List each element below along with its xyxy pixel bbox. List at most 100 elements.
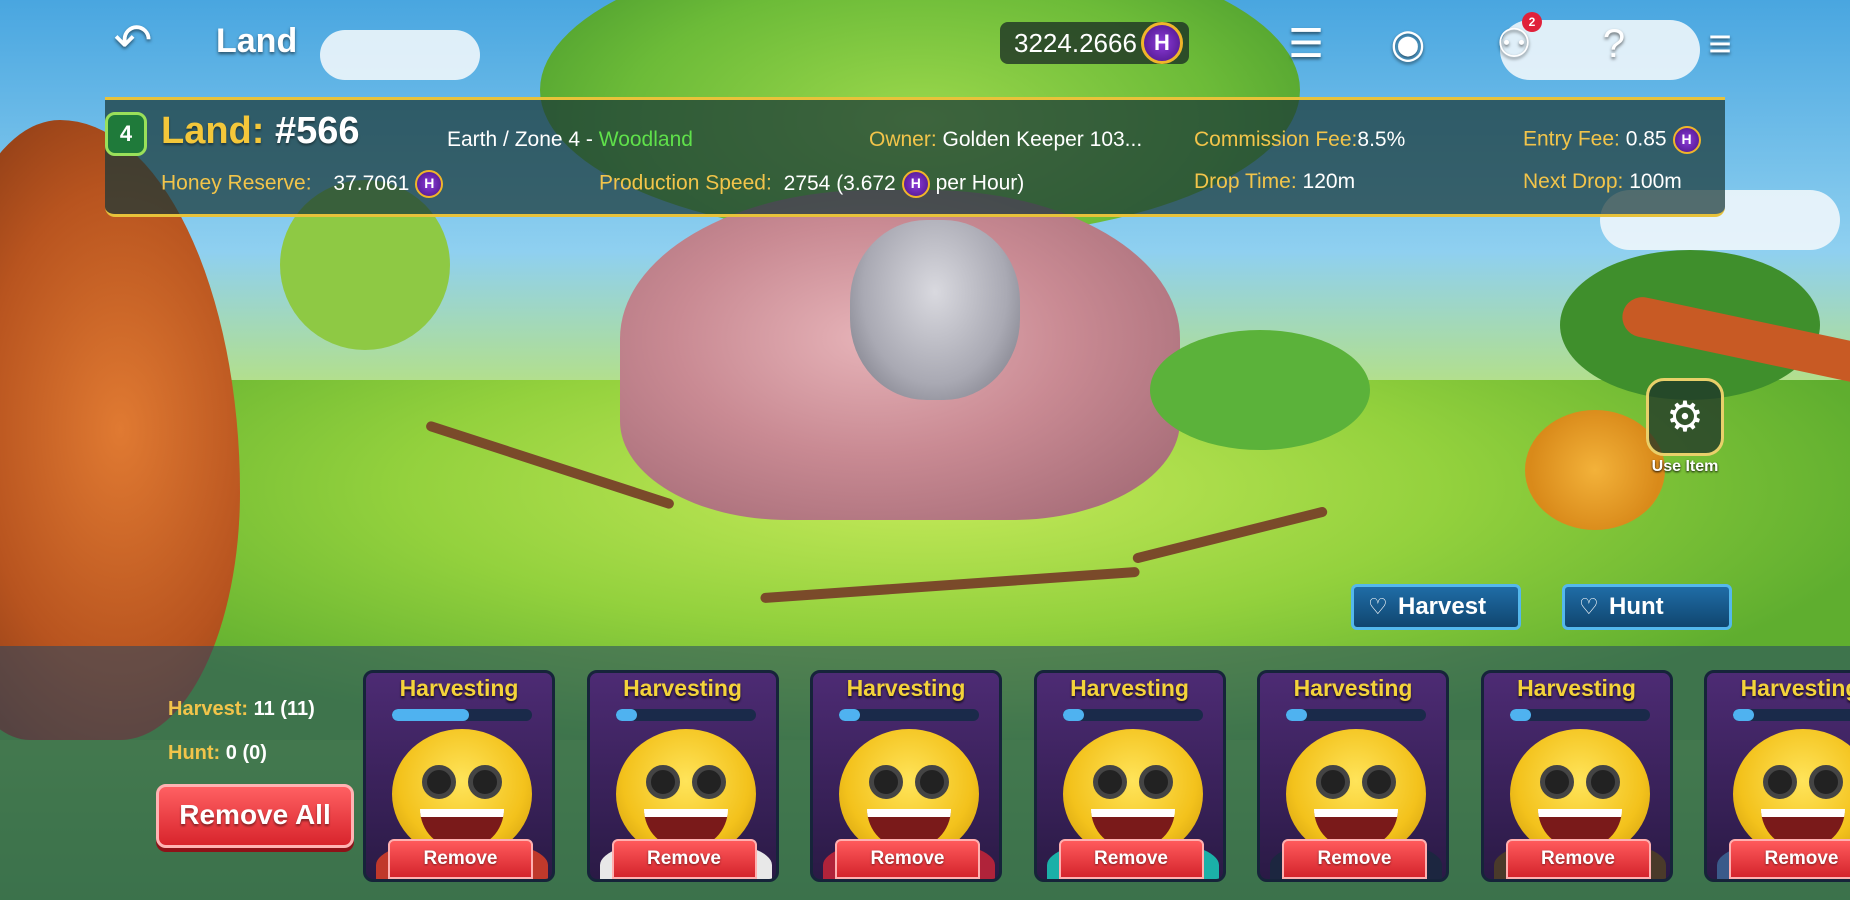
bee-progress-bar xyxy=(1062,709,1203,721)
bee-status: Harvesting xyxy=(1070,675,1189,701)
notification-badge: 2 xyxy=(1522,12,1542,32)
help-icon[interactable]: ? xyxy=(1588,18,1640,70)
bee-card[interactable]: Harvesting Remove xyxy=(586,670,779,882)
remove-all-button[interactable]: Remove All xyxy=(156,784,354,848)
land-number: #566 xyxy=(275,110,360,152)
land-title: Land: #566 xyxy=(161,110,360,153)
production-speed-value: 2754 (3.672 xyxy=(783,171,896,195)
production-speed-label: Production Speed: xyxy=(599,171,772,195)
scroll-list-icon[interactable]: ☰ xyxy=(1280,18,1332,70)
remove-bee-button[interactable]: Remove xyxy=(611,839,757,879)
use-item-button[interactable]: ⚙ Use Item xyxy=(1640,378,1730,476)
bee-card[interactable]: Harvesting Remove xyxy=(363,670,555,882)
drop-time-value: 120m xyxy=(1302,170,1356,193)
drop-time-label: Drop Time: xyxy=(1194,170,1297,193)
land-label: Land: xyxy=(161,110,265,152)
bee-card[interactable]: Harvesting Remove xyxy=(1257,670,1449,882)
balance-value: 3224.2666 xyxy=(1014,28,1137,58)
bee-eye xyxy=(1809,765,1843,799)
harvest-count-value: 11 (11) xyxy=(253,698,315,720)
bee-eye xyxy=(1316,765,1350,799)
remove-bee-button[interactable]: Remove xyxy=(835,839,980,879)
backpack-icon[interactable]: ◉ xyxy=(1382,18,1434,70)
bee-status: Harvesting xyxy=(1293,675,1413,701)
land-info-panel: 4 Land: #566 Earth / Zone 4 - Woodland O… xyxy=(105,97,1725,217)
menu-icon[interactable]: ≡ xyxy=(1694,18,1746,70)
bee-progress-bar xyxy=(839,709,979,721)
bee-progress-bar xyxy=(615,709,756,721)
hunt-count-value: 0 (0) xyxy=(225,742,267,764)
next-drop-value: 100m xyxy=(1629,170,1682,193)
bee-progress-bar xyxy=(1509,709,1650,721)
honey-reserve-label: Honey Reserve: xyxy=(161,171,312,195)
honey-balance: 3224.2666 H xyxy=(1000,22,1189,64)
remove-bee-button[interactable]: Remove xyxy=(1058,839,1204,879)
hunt-count-label: Hunt: xyxy=(168,742,221,764)
hunt-button-label: Hunt xyxy=(1609,593,1664,620)
owner-value: Golden Keeper 103... xyxy=(942,128,1143,151)
hunt-button[interactable]: ♡ Hunt xyxy=(1562,584,1732,630)
bee-eye xyxy=(1362,765,1396,799)
bee-eye xyxy=(1763,765,1797,799)
bee-progress-fill xyxy=(1286,709,1307,721)
owner-label: Owner: xyxy=(869,128,937,151)
profile-icon[interactable]: ⚇ 2 xyxy=(1488,12,1542,70)
harvest-count-label: Harvest: xyxy=(168,698,249,720)
bee-eye xyxy=(691,765,726,799)
bee-card[interactable]: Harvesting Remove xyxy=(1480,670,1673,882)
harvest-button-label: Harvest xyxy=(1398,593,1487,620)
hunt-count: Hunt: 0 (0) xyxy=(168,742,267,765)
honey-token-icon: H xyxy=(1672,126,1701,154)
heart-icon: ♡ xyxy=(1579,594,1599,619)
bee-eye xyxy=(1539,765,1574,799)
drop-time-info: Drop Time: 120m xyxy=(1194,170,1355,194)
honey-reserve-info: Honey Reserve: 37.7061 H xyxy=(161,170,444,198)
bee-card[interactable]: Harvesting Remove xyxy=(1033,670,1226,882)
next-drop-label: Next Drop: xyxy=(1523,170,1624,193)
honey-token-icon: H xyxy=(415,170,444,198)
bee-card[interactable]: Harvesting Remove xyxy=(810,670,1002,882)
entry-fee-label: Entry Fee: xyxy=(1523,127,1620,151)
owner-info: Owner: Golden Keeper 103... xyxy=(869,128,1142,152)
bee-status: Harvesting xyxy=(1517,675,1636,701)
bee-eye xyxy=(422,765,456,799)
entry-fee-value: 0.85 xyxy=(1625,127,1667,151)
top-bar: ↶ Land 3224.2666 H ☰ ◉ ⚇ 2 ? ≡ xyxy=(0,0,1850,90)
bee-progress-fill xyxy=(1062,709,1084,721)
remove-bee-button[interactable]: Remove xyxy=(388,839,533,879)
bee-status: Harvesting xyxy=(846,675,966,701)
gear-icon: ⚙ xyxy=(1646,378,1724,456)
level-badge: 4 xyxy=(105,112,147,156)
bee-progress-fill xyxy=(615,709,637,721)
heart-icon: ♡ xyxy=(1368,594,1388,619)
harvest-button[interactable]: ♡ Harvest xyxy=(1351,584,1521,630)
bee-eye xyxy=(869,765,903,799)
commission-value: 8.5% xyxy=(1357,128,1406,151)
zone-info: Earth / Zone 4 - Woodland xyxy=(447,128,693,152)
bee-eye xyxy=(468,765,502,799)
bee-progress-bar xyxy=(1286,709,1426,721)
bee-progress-bar xyxy=(392,709,532,721)
zone-prefix: Earth / Zone 4 - xyxy=(447,128,599,151)
honey-reserve-value: 37.7061 xyxy=(333,171,410,195)
bee-card[interactable]: Harvesting Remove xyxy=(1704,670,1850,882)
bee-eye xyxy=(645,765,680,799)
entry-fee-info: Entry Fee: 0.85 H xyxy=(1523,126,1701,154)
bee-eye xyxy=(915,765,949,799)
honey-token-icon: H xyxy=(901,170,930,198)
bee-status: Harvesting xyxy=(623,675,742,701)
commission-info: Commission Fee:8.5% xyxy=(1194,128,1405,152)
bee-progress-fill xyxy=(839,709,860,721)
remove-bee-button[interactable]: Remove xyxy=(1729,839,1850,879)
bee-progress-bar xyxy=(1733,709,1850,721)
bush xyxy=(1150,330,1370,450)
bee-status: Harvesting xyxy=(1740,675,1850,701)
back-arrow-icon[interactable]: ↶ xyxy=(105,14,161,66)
bee-eye xyxy=(1092,765,1127,799)
bee-progress-fill xyxy=(1509,709,1531,721)
next-drop-info: Next Drop: 100m xyxy=(1523,170,1682,194)
honey-token-icon: H xyxy=(1140,22,1183,64)
remove-bee-button[interactable]: Remove xyxy=(1282,839,1427,879)
remove-bee-button[interactable]: Remove xyxy=(1505,839,1651,879)
production-speed-suffix: per Hour) xyxy=(935,171,1025,195)
